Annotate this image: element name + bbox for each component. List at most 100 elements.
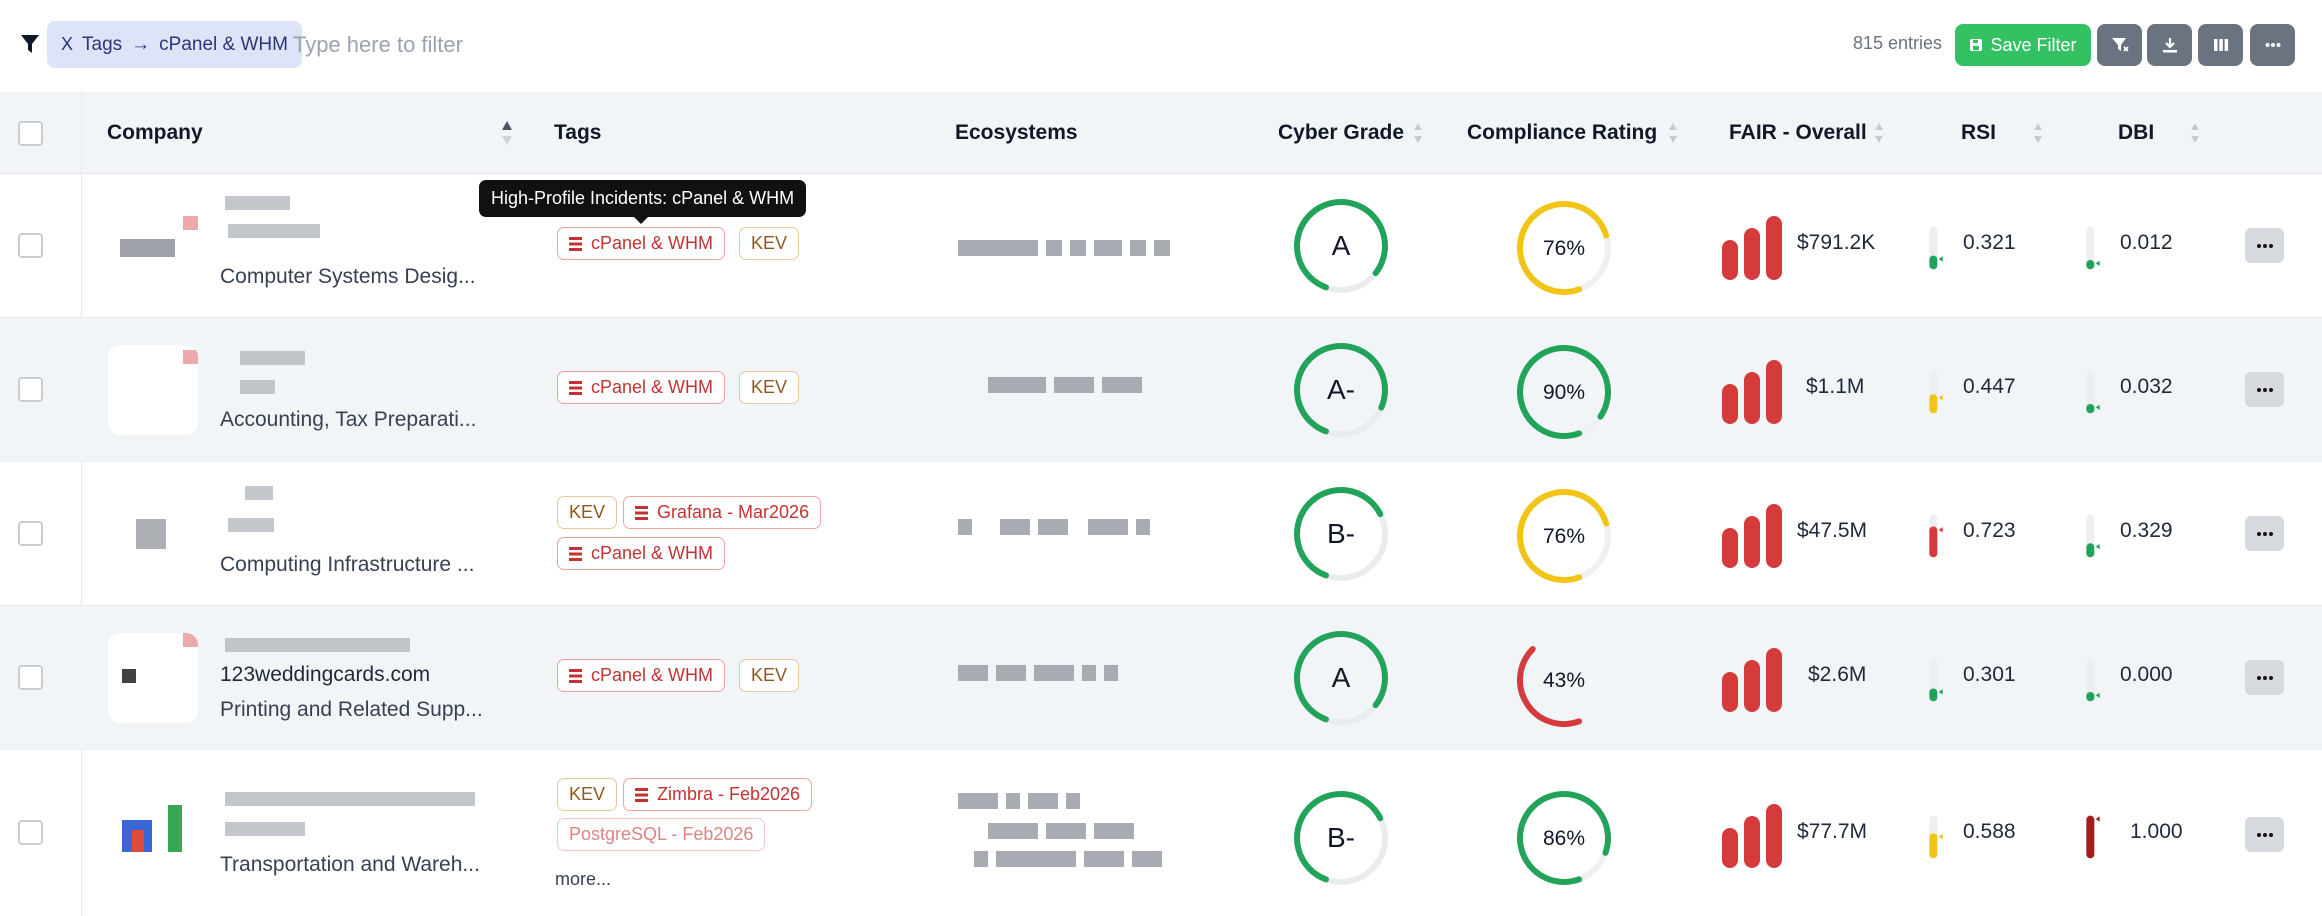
sort-icon[interactable] (1411, 118, 1425, 148)
remove-filter-icon[interactable]: X (61, 34, 73, 55)
row-checkbox[interactable] (18, 521, 43, 546)
tag-chip[interactable]: PostgreSQL - Feb2026 (557, 818, 766, 851)
tag-label: KEV (569, 784, 606, 804)
rsi-meter (1929, 658, 1943, 702)
chip-value: cPanel & WHM (159, 33, 288, 55)
column-header-compliance-rating[interactable]: Compliance Rating (1467, 92, 1657, 174)
meter-marker (1938, 527, 1943, 533)
filter-input[interactable] (293, 24, 1193, 66)
company-industry: Transportation and Wareh... (220, 853, 480, 876)
redacted-name (228, 518, 274, 532)
sort-icon[interactable] (2188, 118, 2202, 148)
active-filter-chip[interactable]: X Tags → cPanel & WHM (47, 21, 302, 68)
meter-marker (2095, 816, 2100, 822)
sort-asc-icon[interactable] (500, 118, 514, 148)
database-icon (569, 236, 582, 251)
column-header-rsi[interactable]: RSI (1961, 92, 1996, 174)
select-all-checkbox[interactable] (18, 121, 43, 146)
compliance-ring: 76% (1517, 201, 1611, 295)
company-industry: Computing Infrastructure ... (220, 553, 475, 576)
table-row[interactable]: Accounting, Tax Preparati... cPanel & WH… (0, 318, 2322, 462)
column-header-fair-overall[interactable]: FAIR - Overall (1729, 92, 1867, 174)
row-checkbox[interactable] (18, 665, 43, 690)
sort-icon[interactable] (1872, 118, 1886, 148)
more-horizontal-icon (2256, 243, 2273, 248)
row-actions-button[interactable] (2245, 372, 2284, 407)
column-header-ecosystems: Ecosystems (955, 121, 1078, 144)
rsi-meter (1929, 514, 1943, 558)
cyber-grade-value: A (1332, 662, 1351, 693)
row-checkbox[interactable] (18, 820, 43, 845)
columns-button[interactable] (2198, 24, 2243, 66)
column-header-dbi[interactable]: DBI (2118, 92, 2154, 174)
compliance-value: 76% (1543, 525, 1585, 548)
toolbar: X Tags → cPanel & WHM 815 entries Save F… (0, 0, 2322, 92)
fair-risk-bars-icon (1722, 804, 1782, 868)
tag-chip[interactable]: KEV (557, 778, 618, 811)
ecosystems-cell (958, 518, 1158, 548)
tag-chip[interactable]: cPanel & WHM (557, 537, 726, 570)
ecosystems-cell (958, 239, 1178, 269)
tag-chip[interactable]: KEV (557, 496, 618, 529)
row-actions-button[interactable] (2245, 516, 2284, 551)
clear-filter-button[interactable] (2097, 24, 2142, 66)
column-header-company[interactable]: Company (107, 92, 203, 174)
entries-count: 815 entries (1852, 33, 1942, 53)
more-tags-link[interactable]: more... (555, 869, 611, 890)
tag-chip[interactable]: KEV (739, 659, 800, 692)
cyber-grade-ring: B- (1294, 791, 1388, 885)
sort-icon[interactable] (1666, 118, 1680, 148)
row-checkbox[interactable] (18, 377, 43, 402)
tag-chip[interactable]: Zimbra - Feb2026 (623, 778, 813, 811)
download-icon (2162, 38, 2177, 53)
dbi-value: 0.012 (2120, 231, 2173, 254)
table-row[interactable]: Computer Systems Desig... cPanel & WHM K… (0, 174, 2322, 318)
cyber-grade-ring: B- (1294, 487, 1388, 581)
tag-chip[interactable]: cPanel & WHM (557, 659, 726, 692)
rsi-value: 0.447 (1963, 375, 2016, 398)
more-options-button[interactable] (2250, 24, 2295, 66)
table-row[interactable]: Computing Infrastructure ... KEV Grafana… (0, 462, 2322, 606)
column-header-cyber-grade[interactable]: Cyber Grade (1278, 92, 1404, 174)
dbi-value: 0.032 (2120, 375, 2173, 398)
compliance-value: 43% (1543, 669, 1585, 692)
cyber-grade-ring: A (1294, 631, 1388, 725)
fair-risk-bars-icon (1722, 216, 1782, 280)
row-checkbox[interactable] (18, 233, 43, 258)
column-header-tags: Tags (554, 121, 602, 144)
company-logo (108, 194, 198, 284)
company-name[interactable]: 123weddingcards.com (220, 663, 430, 687)
arrow-right-icon: → (131, 33, 151, 55)
row-actions-button[interactable] (2245, 228, 2284, 263)
meter-fill (2086, 815, 2095, 859)
row-actions-button[interactable] (2245, 660, 2284, 695)
table-row[interactable]: Transportation and Wareh... KEV Zimbra -… (0, 750, 2322, 916)
meter-marker (2095, 543, 2100, 550)
filter-icon (21, 35, 39, 53)
company-industry: Accounting, Tax Preparati... (220, 408, 477, 431)
tag-label: cPanel & WHM (591, 233, 714, 253)
sort-icon[interactable] (2031, 118, 2045, 148)
database-icon (569, 668, 582, 683)
tag-label: cPanel & WHM (591, 377, 714, 397)
compliance-ring: 90% (1517, 345, 1611, 439)
row-actions-button[interactable] (2245, 817, 2284, 852)
tag-chip[interactable]: cPanel & WHM (557, 227, 726, 260)
redacted-name (240, 351, 305, 365)
tag-label: KEV (751, 377, 788, 397)
download-button[interactable] (2147, 24, 2192, 66)
tag-label: PostgreSQL - Feb2026 (569, 824, 754, 844)
meter-fill (1929, 833, 1938, 859)
dbi-meter (2086, 226, 2100, 270)
table-row[interactable]: 123weddingcards.com Printing and Related… (0, 606, 2322, 750)
meter-marker (1938, 394, 1943, 401)
database-icon (569, 546, 582, 561)
tag-chip[interactable]: Grafana - Mar2026 (623, 496, 822, 529)
tag-chip[interactable]: KEV (739, 227, 800, 260)
cyber-grade-value: A- (1327, 374, 1355, 405)
tag-chip[interactable]: cPanel & WHM (557, 371, 726, 404)
fair-risk-bars-icon (1722, 648, 1782, 712)
save-filter-button[interactable]: Save Filter (1955, 24, 2091, 66)
tag-chip[interactable]: KEV (739, 371, 800, 404)
cyber-grade-ring: A- (1294, 343, 1388, 437)
